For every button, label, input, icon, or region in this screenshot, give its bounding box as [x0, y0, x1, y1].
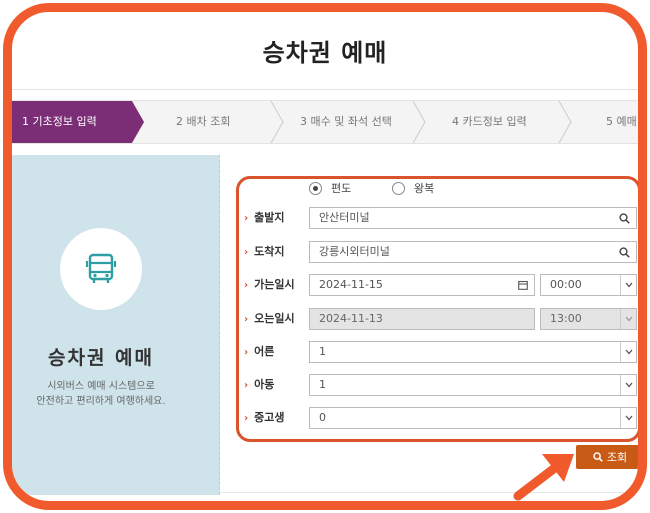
bullet-arrow-icon: ›	[244, 314, 249, 325]
radio-unchecked-icon	[392, 181, 405, 195]
radio-checked-icon	[309, 181, 322, 195]
search-button[interactable]: 조회	[576, 445, 638, 469]
adult-label: › 어른	[244, 345, 275, 358]
bullet-arrow-icon: ›	[244, 413, 249, 424]
step-separator-icon	[558, 101, 572, 143]
child-count-select[interactable]: 1	[309, 374, 637, 396]
search-icon	[593, 452, 603, 462]
go-time-select[interactable]: 00:00	[540, 274, 637, 296]
calendar-icon[interactable]	[518, 275, 528, 295]
screenshot-frame: 승차권 예매 1 기초정보 입력 2 배차 조회 3 매수 및 좌석 선택 4 …	[3, 3, 647, 510]
panel-desc-line2: 안전하고 편리하게 여행하세요.	[36, 396, 166, 407]
panel-description: 시외버스 예매 시스템으로 안전하고 편리하게 여행하세요.	[12, 379, 190, 409]
chevron-down-icon	[620, 342, 636, 362]
step-progress-bar: 1 기초정보 입력 2 배차 조회 3 매수 및 좌석 선택 4 카드정보 입력…	[12, 100, 638, 144]
arrival-input[interactable]: 강릉시외터미널	[309, 241, 637, 263]
radio-round-trip-label: 왕복	[414, 182, 435, 195]
panel-title: 승차권 예매	[47, 347, 154, 369]
bus-icon	[85, 253, 117, 283]
adult-count-select[interactable]: 1	[309, 341, 637, 363]
radio-round-trip[interactable]: 왕복	[392, 179, 434, 197]
step-3: 3 매수 및 좌석 선택	[300, 115, 392, 128]
student-count-select[interactable]: 0	[309, 407, 637, 429]
panel-desc-line1: 시외버스 예매 시스템으로	[47, 381, 155, 392]
chevron-down-icon	[620, 309, 636, 329]
bullet-arrow-icon: ›	[244, 380, 249, 391]
bus-icon-circle	[60, 228, 142, 310]
radio-one-way[interactable]: 편도	[309, 179, 351, 197]
step-separator-icon	[412, 101, 426, 143]
step-5: 5 예매	[606, 115, 637, 128]
search-icon[interactable]	[619, 242, 630, 262]
return-time-select: 13:00	[540, 308, 637, 330]
info-panel: 승차권 예매 시외버스 예매 시스템으로 안전하고 편리하게 여행하세요.	[12, 155, 220, 495]
step-separator-icon	[270, 101, 284, 143]
radio-one-way-label: 편도	[331, 182, 352, 195]
return-date-label: › 오는일시	[244, 312, 295, 325]
departure-input[interactable]: 안산터미널	[309, 207, 637, 229]
departure-label: › 출발지	[244, 211, 285, 224]
chevron-down-icon	[620, 375, 636, 395]
page-title: 승차권 예매	[12, 12, 638, 90]
search-button-label: 조회	[606, 451, 628, 464]
search-icon[interactable]	[619, 208, 630, 228]
step-4: 4 카드정보 입력	[452, 115, 527, 128]
pointer-arrow-icon	[513, 454, 574, 501]
bullet-arrow-icon: ›	[244, 347, 249, 358]
bullet-arrow-icon: ›	[244, 280, 249, 291]
step-2: 2 배차 조회	[176, 115, 231, 128]
return-date-input: 2024-11-13	[309, 308, 535, 330]
chevron-down-icon	[620, 408, 636, 428]
go-date-label: › 가는일시	[244, 278, 295, 291]
student-label: › 중고생	[244, 411, 285, 424]
child-label: › 아동	[244, 378, 275, 391]
arrival-label: › 도착지	[244, 245, 285, 258]
bullet-arrow-icon: ›	[244, 213, 249, 224]
chevron-down-icon	[620, 275, 636, 295]
go-date-input[interactable]: 2024-11-15	[309, 274, 535, 296]
bullet-arrow-icon: ›	[244, 247, 249, 258]
step-1: 1 기초정보 입력	[12, 101, 144, 143]
